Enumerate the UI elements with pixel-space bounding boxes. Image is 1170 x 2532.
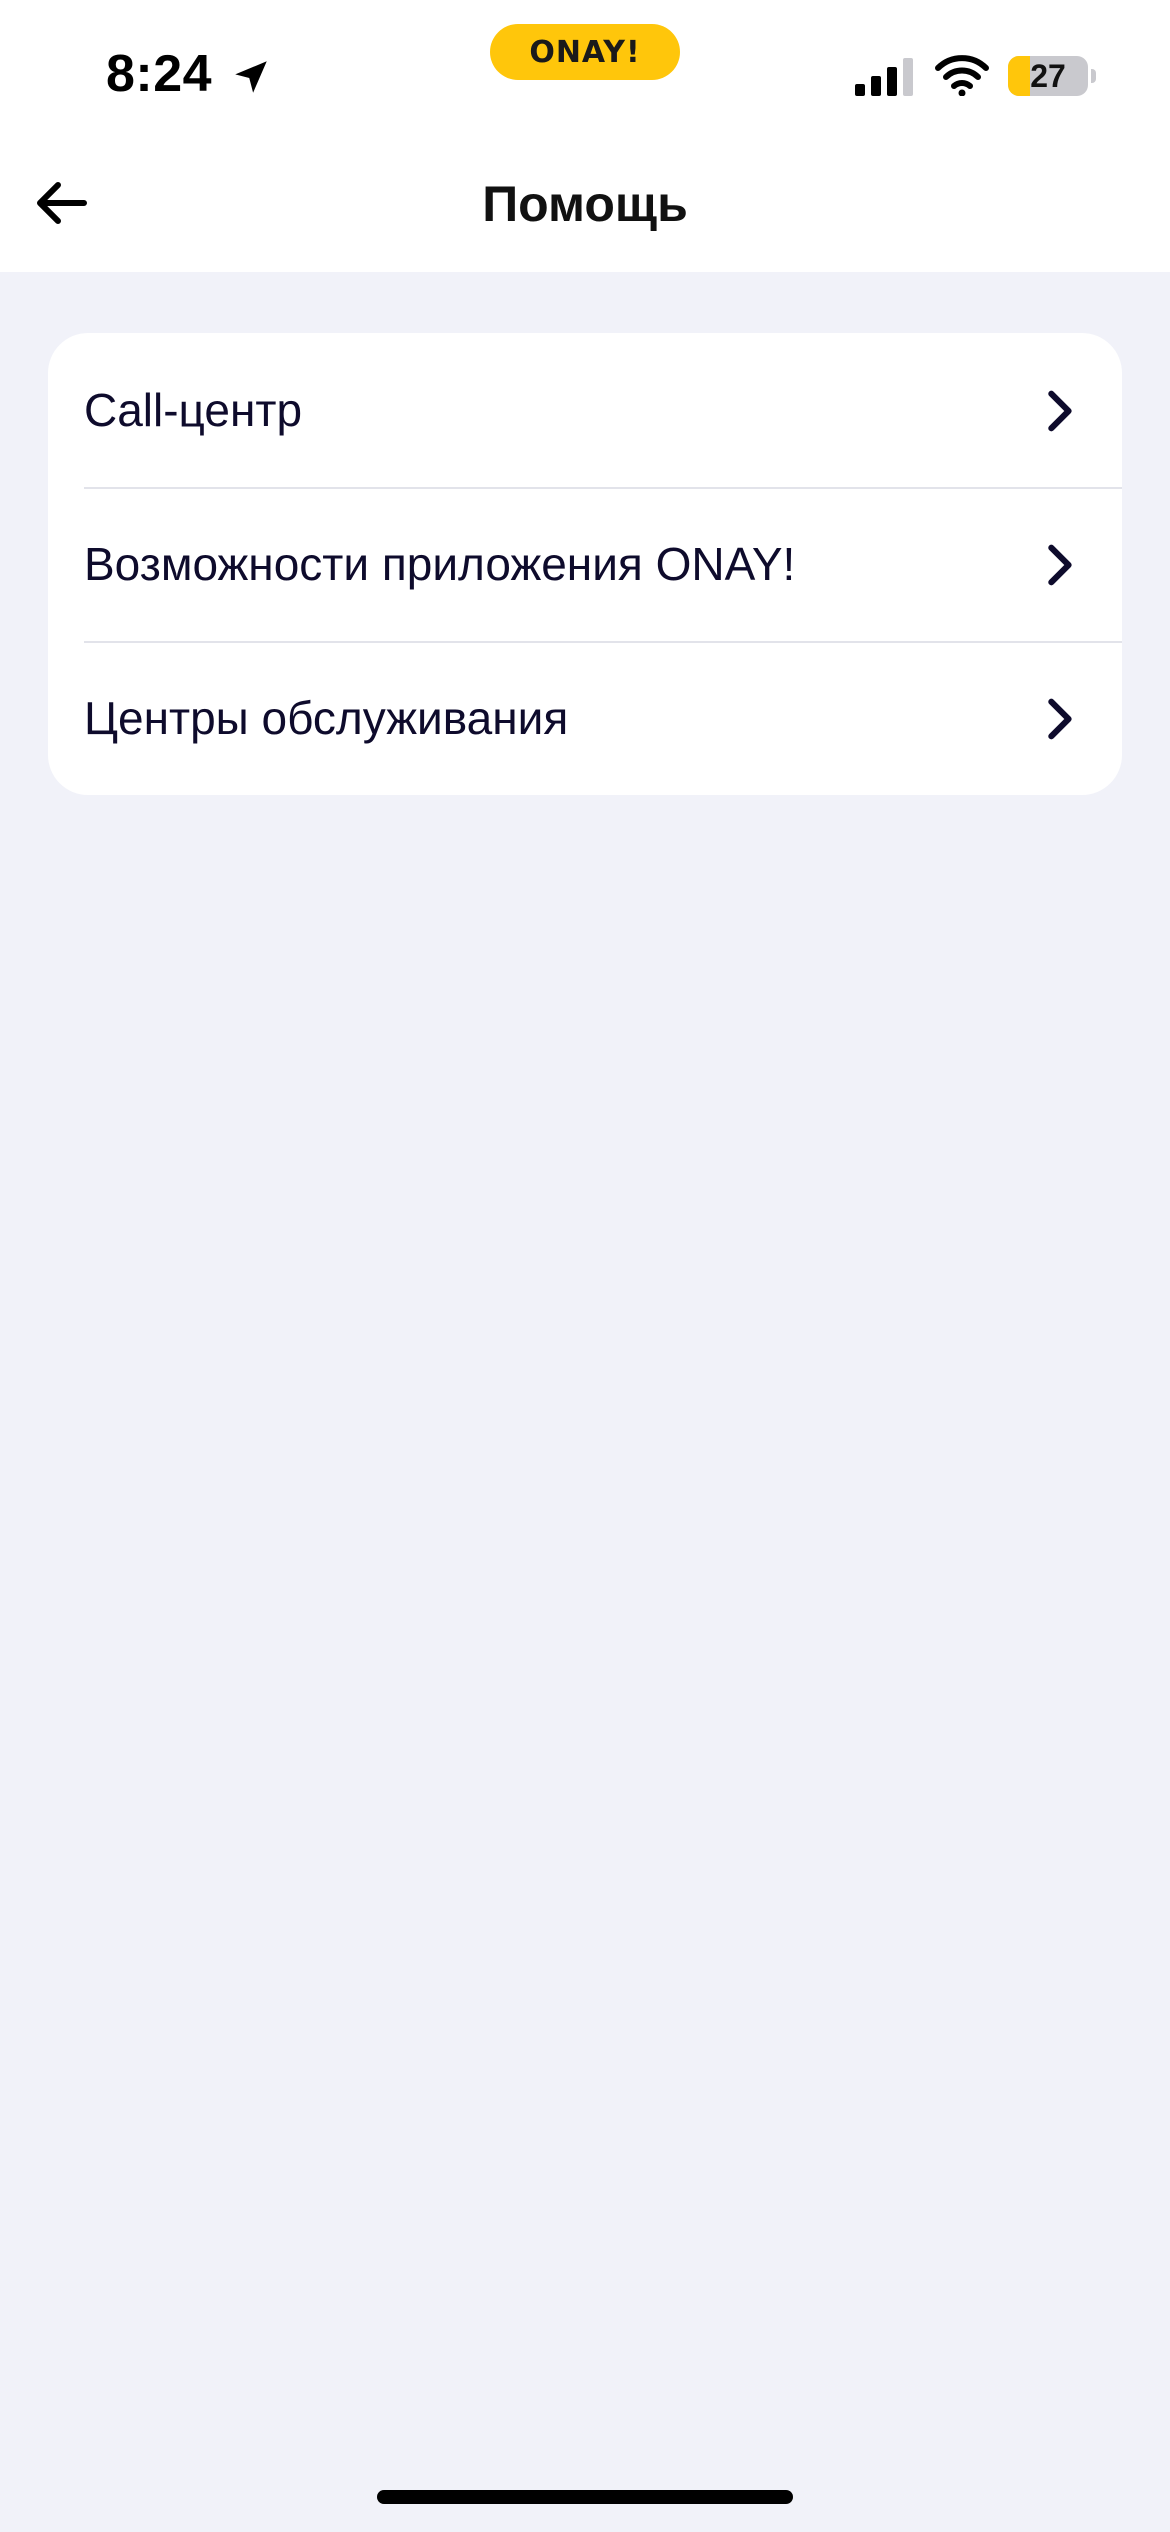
- nav-header: Помощь: [0, 150, 1170, 272]
- battery-icon: 27: [1008, 56, 1088, 96]
- status-time: 8:24: [106, 45, 213, 103]
- menu-item-label: Центры обслуживания: [84, 692, 569, 744]
- menu-item-app-features[interactable]: Возможности приложения ONAY!: [48, 487, 1122, 641]
- chevron-right-icon: [1048, 698, 1072, 740]
- home-indicator[interactable]: [377, 2490, 793, 2504]
- wifi-icon: [935, 55, 989, 96]
- location-arrow-icon: [235, 61, 267, 93]
- battery-tip: [1091, 69, 1096, 83]
- page-title: Помощь: [482, 176, 688, 232]
- battery-level: 27: [1030, 58, 1066, 94]
- cellular-signal-icon: [855, 58, 913, 96]
- menu-item-label: Возможности приложения ONAY!: [84, 538, 796, 590]
- status-bar: 8:24 ONAY! 27: [0, 0, 1170, 150]
- help-menu-card: Call-центр Возможности приложения ONAY! …: [48, 333, 1122, 795]
- menu-item-label: Call-центр: [84, 384, 303, 436]
- brand-logo-pill[interactable]: ONAY!: [490, 24, 680, 80]
- chevron-right-icon: [1048, 390, 1072, 432]
- menu-item-service-centers[interactable]: Центры обслуживания: [48, 641, 1122, 795]
- chevron-right-icon: [1048, 544, 1072, 586]
- menu-item-call-center[interactable]: Call-центр: [48, 333, 1122, 487]
